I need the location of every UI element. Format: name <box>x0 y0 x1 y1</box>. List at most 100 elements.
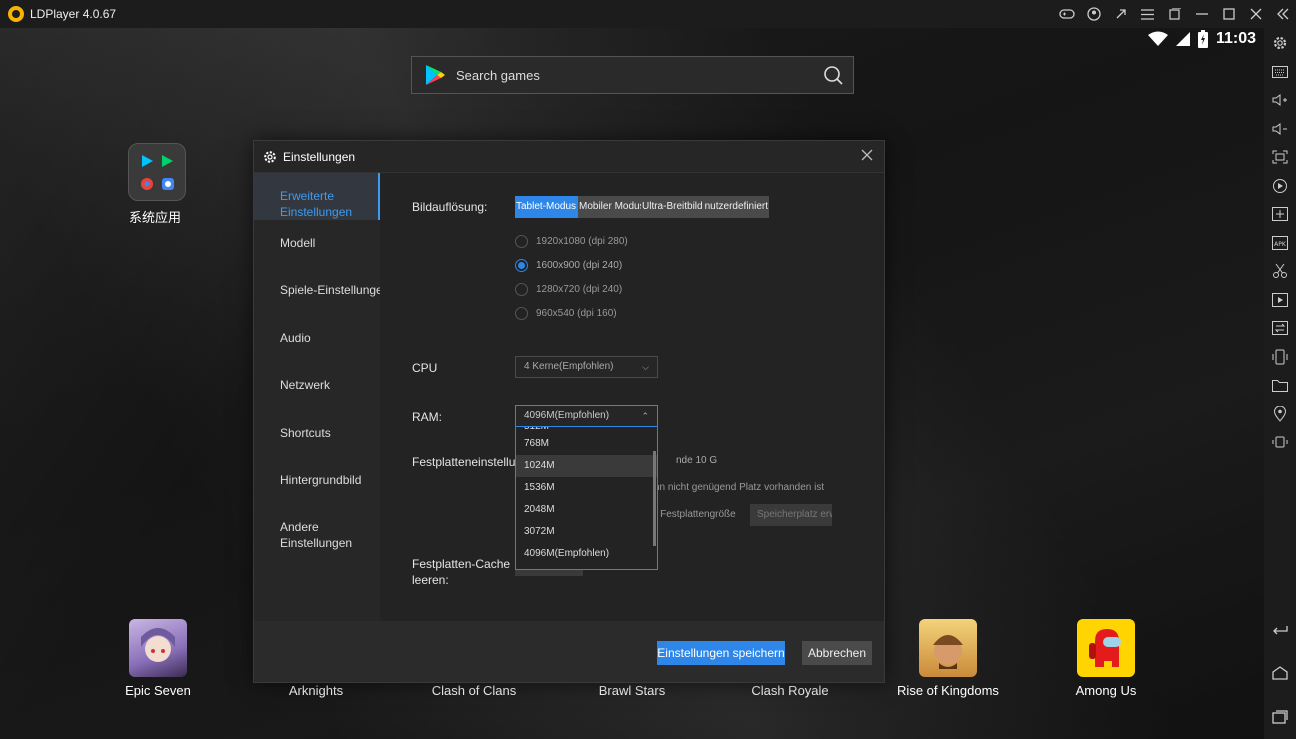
dialog-title: Einstellungen <box>283 149 356 164</box>
cpu-select-value: 4 Kerne(Empfohlen) <box>524 361 614 372</box>
nav-item-andere-einstellungen[interactable]: Andere Einstellungen <box>254 519 380 551</box>
play-store-icon <box>426 65 445 85</box>
disk-size-text: nde 10 G <box>676 455 718 466</box>
resolution-option-label: 1920x1080 (dpi 280) <box>536 236 628 247</box>
screenshot-icon[interactable] <box>1264 143 1296 172</box>
radio-button-selected[interactable] <box>515 259 528 272</box>
pin-icon[interactable] <box>1107 0 1134 28</box>
game-label: Epic Seven <box>125 683 191 698</box>
recent-apps-icon[interactable] <box>1272 710 1288 729</box>
game-rise-of-kingdoms[interactable]: Rise of Kingdoms <box>888 619 1008 698</box>
game-among-us[interactable]: Among Us <box>1046 619 1166 698</box>
signal-icon <box>1175 32 1190 46</box>
volume-up-icon[interactable] <box>1264 86 1296 115</box>
resolution-option[interactable]: 1600x900 (dpi 240) <box>515 259 622 272</box>
cpu-select[interactable]: 4 Kerne(Empfohlen) ⌵ <box>515 356 658 378</box>
game-label: Clash Royale <box>751 683 829 698</box>
dropdown-scrollbar[interactable] <box>653 451 656 546</box>
volume-down-icon[interactable] <box>1264 115 1296 144</box>
game-label: Rise of Kingdoms <box>897 683 999 698</box>
collapse-sidebar-icon[interactable] <box>1269 0 1296 28</box>
ram-option-768m[interactable]: 768M <box>516 433 657 455</box>
record-icon[interactable] <box>1264 172 1296 201</box>
sync-icon[interactable] <box>1264 314 1296 343</box>
save-settings-button[interactable]: Einstellungen speichern <box>657 641 785 665</box>
apk-icon[interactable]: APK <box>1264 229 1296 258</box>
search-input[interactable]: Search games <box>456 68 823 83</box>
search-bar[interactable]: Search games <box>411 56 854 94</box>
tab-tablet-modus[interactable]: Tablet-Modus <box>515 196 578 218</box>
expand-storage-button[interactable]: Speicherplatz erweitern <box>750 504 832 526</box>
epic-seven-icon <box>129 619 187 677</box>
rise-of-kingdoms-icon <box>919 619 977 677</box>
android-status-bar: 11:03 <box>1147 30 1256 48</box>
system-apps-folder[interactable]: 系统应用 <box>128 143 188 226</box>
wifi-icon <box>1147 31 1168 46</box>
tab-mobiler-modus[interactable]: Mobiler Modus <box>578 196 641 218</box>
tab-benutzerdefiniert[interactable]: Benutzerdefiniert <box>704 196 769 218</box>
keyboard-icon[interactable] <box>1264 58 1296 87</box>
home-icon[interactable] <box>1272 666 1288 685</box>
system-apps-folder-icon <box>128 143 186 201</box>
ram-option-4096m[interactable]: 4096M(Empfohlen) <box>516 543 657 565</box>
game-label: Arknights <box>288 683 344 698</box>
dialog-header: Einstellungen <box>254 141 884 173</box>
minimize-icon[interactable] <box>1188 0 1215 28</box>
tab-ultra-breitbild[interactable]: Ultra-Breitbild <box>641 196 704 218</box>
resolution-option[interactable]: 960x540 (dpi 160) <box>515 307 617 320</box>
ram-option-3072m[interactable]: 3072M <box>516 521 657 543</box>
menu-icon[interactable] <box>1134 0 1161 28</box>
radio-button[interactable] <box>515 283 528 296</box>
game-label: Among Us <box>1075 683 1137 698</box>
nav-item-modell[interactable]: Modell <box>254 235 380 251</box>
restore-icon[interactable] <box>1161 0 1188 28</box>
among-us-icon <box>1077 619 1135 677</box>
rotate-icon[interactable] <box>1264 428 1296 457</box>
settings-gear-icon[interactable] <box>1264 29 1296 58</box>
chevron-down-icon: ⌵ <box>642 362 649 372</box>
ldplayer-logo-icon <box>8 6 24 22</box>
battery-icon <box>1197 30 1208 48</box>
resolution-tabs: Tablet-Modus Mobiler Modus Ultra-Breitbi… <box>515 196 769 218</box>
ram-option-1024m[interactable]: 1024M <box>516 455 657 477</box>
cpu-label: CPU <box>412 361 438 375</box>
folder-icon[interactable] <box>1264 371 1296 400</box>
gamepad-icon[interactable] <box>1053 0 1080 28</box>
ram-select-value: 4096M(Empfohlen) <box>524 410 610 421</box>
search-icon[interactable] <box>823 65 843 85</box>
add-app-icon[interactable] <box>1264 200 1296 229</box>
resolution-option-label: 1280x720 (dpi 240) <box>536 284 623 295</box>
status-clock: 11:03 <box>1215 30 1256 47</box>
disk-info-text: nn nicht genügend Platz vorhanden ist <box>654 482 825 493</box>
nav-item-spiele-einstellungen[interactable]: Spiele-Einstellungen <box>254 282 380 298</box>
nav-item-audio[interactable]: Audio <box>254 330 380 346</box>
dialog-close-icon[interactable] <box>858 148 876 166</box>
game-epic-seven[interactable]: Epic Seven <box>98 619 218 698</box>
location-icon[interactable] <box>1264 400 1296 429</box>
shake-icon[interactable] <box>1264 343 1296 372</box>
nav-item-shortcuts[interactable]: Shortcuts <box>254 425 380 441</box>
game-label: Clash of Clans <box>431 683 517 698</box>
ram-option-2048m[interactable]: 2048M <box>516 499 657 521</box>
cancel-button[interactable]: Abbrechen <box>802 641 872 665</box>
resolution-option[interactable]: 1280x720 (dpi 240) <box>515 283 622 296</box>
back-icon[interactable] <box>1272 623 1288 641</box>
radio-button[interactable] <box>515 235 528 248</box>
ram-option-1536m[interactable]: 1536M <box>516 477 657 499</box>
resolution-option-label: 960x540 (dpi 160) <box>536 308 617 319</box>
nav-item-netzwerk[interactable]: Netzwerk <box>254 377 380 393</box>
dialog-footer: Einstellungen speichern Abbrechen <box>254 621 884 682</box>
resolution-option[interactable]: 1920x1080 (dpi 280) <box>515 235 628 248</box>
close-icon[interactable] <box>1242 0 1269 28</box>
radio-button[interactable] <box>515 307 528 320</box>
svg-text:APK: APK <box>1274 241 1287 248</box>
account-icon[interactable] <box>1080 0 1107 28</box>
disk-settings-label: Festplatteneinstellungen <box>412 455 516 469</box>
maximize-icon[interactable] <box>1215 0 1242 28</box>
nav-item-hintergrundbild[interactable]: Hintergrundbild <box>254 472 380 488</box>
nav-item-erweiterte-einstellungen[interactable]: Erweiterte Einstellungen <box>254 173 380 220</box>
settings-dialog: Einstellungen Erweiterte Einstellungen M… <box>253 140 885 683</box>
scissors-icon[interactable] <box>1264 257 1296 286</box>
video-icon[interactable] <box>1264 286 1296 315</box>
ram-select[interactable]: 4096M(Empfohlen) ⌃ <box>515 405 658 427</box>
